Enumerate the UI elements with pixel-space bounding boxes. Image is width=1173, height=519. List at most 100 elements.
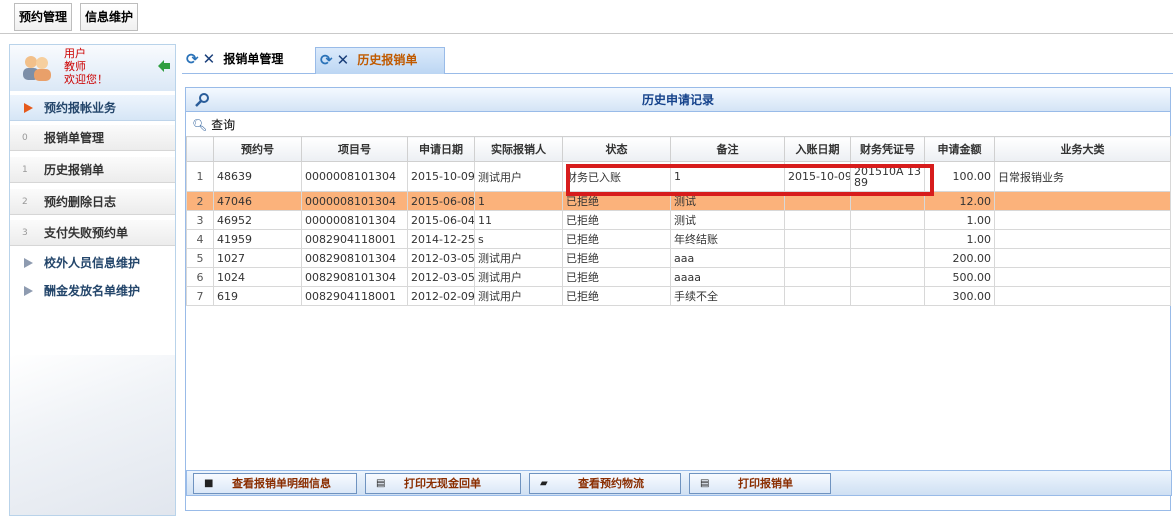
table-cell: 2012-02-09 [407,286,475,306]
column-header[interactable]: 状态 [562,136,671,162]
table-cell: 2015-06-04 [407,210,475,230]
table-cell: 测试用户 [474,248,563,268]
menu-info-maintenance[interactable]: 信息维护 [80,3,139,31]
table-cell: 500.00 [924,267,995,287]
table-cell: 0082904118001 [301,286,408,306]
history-table: 预约号 项目号 申请日期 实际报销人 状态 备注 入账日期 财务凭证号 申请金额… [186,136,1171,306]
menu-booking-management[interactable]: 预约管理 [14,3,73,31]
decorative-background [10,355,175,515]
row-index-cell: 1 [186,161,214,192]
document-icon: ■ [204,478,214,489]
nav-sub-number: 3 [22,228,28,238]
panel-title: 历史申请记录 [641,93,714,107]
nav-salary-label: 酬金发放名单维护 [44,284,141,298]
print-cashless-receipt-button[interactable]: ▤ 打印无现金回单 [365,473,521,494]
table-cell: 2015-06-08 [407,191,475,211]
printer-icon: ▤ [700,478,710,489]
tab-bar: ⟳ ✕ 报销单管理 ⟳ ✕ 历史报销单 [182,44,1173,74]
panel-header: 历史申请记录 [186,88,1170,112]
column-header-index [186,136,214,162]
nav-external-label: 校外人员信息维护 [44,256,141,270]
view-booking-logistics-button[interactable]: ▰ 查看预约物流 [529,473,681,494]
folder-icon: ▰ [540,478,548,489]
nav-sub-reimbursement-management[interactable]: 0 报销单管理 [10,125,175,151]
table-cell: 48639 [213,161,302,192]
button-label: 查看报销单明细信息 [232,477,331,490]
nav-sub-label: 报销单管理 [44,131,105,145]
table-cell: 0000008101304 [301,161,408,192]
table-cell: 0082908101304 [301,248,408,268]
nav-salary-list[interactable]: 酬金发放名单维护 [10,278,175,304]
table-cell: 已拒绝 [562,248,671,268]
button-label: 打印无现金回单 [404,477,481,490]
table-cell: 1.00 [924,229,995,249]
table-row[interactable]: 3 46952 0000008101304 2015-06-04 11 已拒绝 测试 1.00 [186,210,1171,230]
column-header[interactable]: 申请金额 [924,136,995,162]
nav-sub-label: 预约删除日志 [44,195,117,209]
user-info-box: 用户 教师 欢迎您！ [10,45,175,91]
table-cell [850,267,925,287]
nav-sub-history-reimbursement[interactable]: 1 历史报销单 [10,157,175,183]
table-cell: 619 [213,286,302,306]
close-icon[interactable]: ✕ [337,48,350,73]
column-header[interactable]: 业务大类 [994,136,1171,162]
view-reimbursement-detail-button[interactable]: ■ 查看报销单明细信息 [193,473,357,494]
table-row[interactable]: 6 1024 0082908101304 2012-03-05 测试用户 已拒绝 aaaa 5… [186,267,1171,287]
collapse-arrow-icon[interactable] [157,59,171,73]
table-cell [784,267,851,287]
table-cell: 300.00 [924,286,995,306]
tab-reimbursement-management[interactable]: ⟳ ✕ 报销单管理 [184,47,314,74]
table-cell: 已拒绝 [562,210,671,230]
nav-external-personnel[interactable]: 校外人员信息维护 [10,250,175,276]
table-row[interactable]: 7 619 0082904118001 2012-02-09 测试用户 已拒绝 手续不全 30… [186,286,1171,306]
table-cell: 1 [474,191,563,211]
print-reimbursement-button[interactable]: ▤ 打印报销单 [689,473,831,494]
table-cell: 1.00 [924,210,995,230]
table-cell: 200.00 [924,248,995,268]
column-header[interactable]: 财务凭证号 [850,136,925,162]
column-header[interactable]: 备注 [670,136,785,162]
welcome-text: 欢迎您！ [64,73,108,86]
query-button[interactable]: 🔍︎ 查询 [186,114,1170,136]
table-cell [850,210,925,230]
action-button-bar: ■ 查看报销单明细信息 ▤ 打印无现金回单 ▰ 查看预约物流 ▤ 打印报销单 [186,470,1172,496]
table-cell [784,210,851,230]
table-row[interactable]: 5 1027 0082908101304 2012-03-05 测试用户 已拒绝 aaa 20… [186,248,1171,268]
table-cell: 已拒绝 [562,229,671,249]
highlight-annotation-box [566,164,934,196]
magnifier-icon[interactable] [194,92,210,108]
table-cell: 2012-03-05 [407,248,475,268]
table-cell: 47046 [213,191,302,211]
table-cell [994,267,1171,287]
refresh-icon[interactable]: ⟳ [320,48,333,73]
tab-label: 历史报销单 [357,53,418,67]
table-cell: aaa [670,248,785,268]
column-header[interactable]: 申请日期 [407,136,475,162]
table-cell: 41959 [213,229,302,249]
column-header[interactable]: 项目号 [301,136,408,162]
nav-sub-failed-payment[interactable]: 3 支付失败预约单 [10,220,175,246]
orange-arrow-icon [24,103,33,113]
tab-history-reimbursement[interactable]: ⟳ ✕ 历史报销单 [315,47,445,74]
table-cell: 2012-03-05 [407,267,475,287]
close-icon[interactable]: ✕ [203,47,216,72]
table-cell: 测试用户 [474,286,563,306]
table-cell: 日常报销业务 [994,161,1171,192]
column-header[interactable]: 入账日期 [784,136,851,162]
column-header[interactable]: 实际报销人 [474,136,563,162]
gray-arrow-icon [24,286,33,296]
table-cell: 已拒绝 [562,286,671,306]
table-row[interactable]: 4 41959 0082904118001 2014-12-25 s 已拒绝 年终结账 1.0… [186,229,1171,249]
refresh-icon[interactable]: ⟳ [186,47,199,72]
column-header[interactable]: 预约号 [213,136,302,162]
nav-sub-booking-delete-log[interactable]: 2 预约删除日志 [10,189,175,215]
table-cell [994,191,1171,211]
table-cell [850,286,925,306]
row-index-cell: 5 [186,248,214,268]
button-label: 查看预约物流 [578,477,644,490]
table-cell [784,248,851,268]
search-icon: 🔍︎ [192,118,208,132]
table-cell [994,210,1171,230]
row-index-cell: 3 [186,210,214,230]
nav-booking-business[interactable]: 预约报帐业务 [10,95,175,121]
